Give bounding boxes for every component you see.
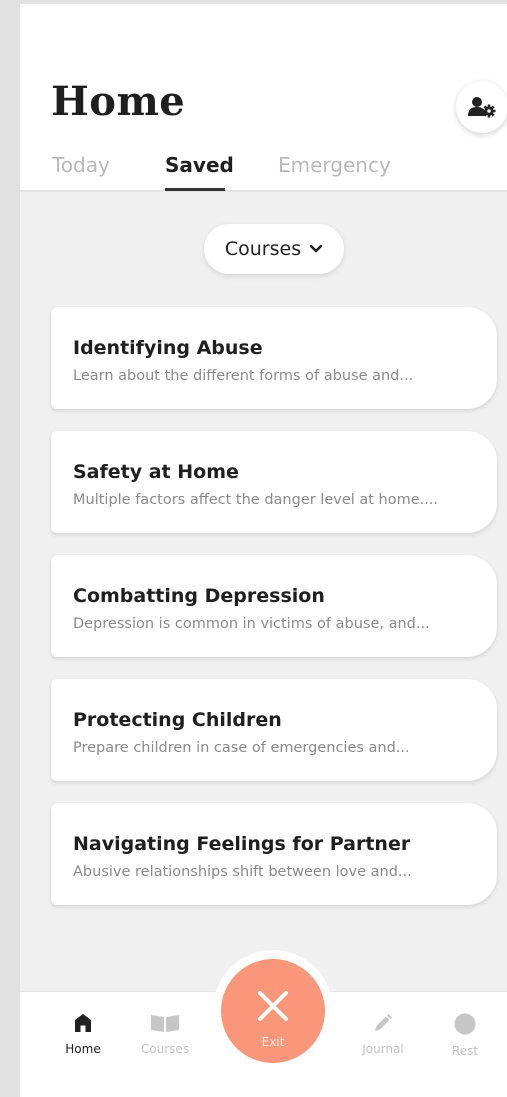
- nav-home[interactable]: Home: [53, 1013, 113, 1056]
- pencil-icon: [375, 1014, 392, 1031]
- left-edge: [0, 0, 20, 1097]
- nav-journal[interactable]: Journal: [353, 1013, 413, 1056]
- course-description: Abusive relationships shift between love…: [73, 864, 412, 880]
- tab-emergency[interactable]: Emergency: [278, 153, 391, 177]
- home-icon: [75, 1014, 91, 1032]
- nav-courses-label: Courses: [140, 1042, 190, 1056]
- course-description: Prepare children in case of emergencies …: [73, 740, 410, 756]
- user-settings-button[interactable]: [456, 81, 507, 133]
- course-card-protecting-children[interactable]: Protecting Children Prepare children in …: [51, 679, 497, 781]
- nav-courses[interactable]: Courses: [135, 1013, 195, 1056]
- course-title: Protecting Children: [73, 709, 282, 731]
- page-title: Home: [51, 78, 186, 125]
- user-settings-icon: [468, 97, 496, 118]
- course-description: Depression is common in victims of abuse…: [73, 616, 430, 632]
- exit-button[interactable]: Exit: [221, 959, 325, 1063]
- course-card-identifying-abuse[interactable]: Identifying Abuse Learn about the differ…: [51, 307, 497, 409]
- filter-label: Courses: [224, 238, 302, 260]
- nav-rest-label: Rest: [451, 1044, 479, 1058]
- tab-today[interactable]: Today: [52, 153, 110, 177]
- nav-rest[interactable]: Rest: [435, 1013, 495, 1058]
- header: Home Today Saved Emergency: [20, 4, 507, 192]
- course-card-combatting-depression[interactable]: Combatting Depression Depression is comm…: [51, 555, 497, 657]
- nav-home-label: Home: [65, 1042, 101, 1056]
- app-screen: Home Today Saved Emergency Courses Ident…: [20, 4, 507, 1097]
- course-title: Navigating Feelings for Partner: [73, 833, 411, 855]
- book-icon: [151, 1015, 179, 1032]
- course-title: Identifying Abuse: [73, 337, 263, 359]
- exit-label: Exit: [261, 1035, 285, 1049]
- course-card-navigating-feelings[interactable]: Navigating Feelings for Partner Abusive …: [51, 803, 497, 905]
- course-title: Safety at Home: [73, 461, 239, 483]
- course-description: Multiple factors affect the danger level…: [73, 492, 439, 508]
- course-description: Learn about the different forms of abuse…: [73, 368, 414, 384]
- course-title: Combatting Depression: [73, 585, 325, 607]
- chevron-down-icon: [309, 244, 323, 253]
- tab-saved[interactable]: Saved: [165, 153, 234, 177]
- nav-journal-label: Journal: [362, 1042, 404, 1056]
- circle-icon: [454, 1013, 476, 1035]
- course-card-safety-at-home[interactable]: Safety at Home Multiple factors affect t…: [51, 431, 497, 533]
- active-tab-indicator: [165, 188, 225, 191]
- courses-filter-dropdown[interactable]: Courses: [204, 224, 344, 274]
